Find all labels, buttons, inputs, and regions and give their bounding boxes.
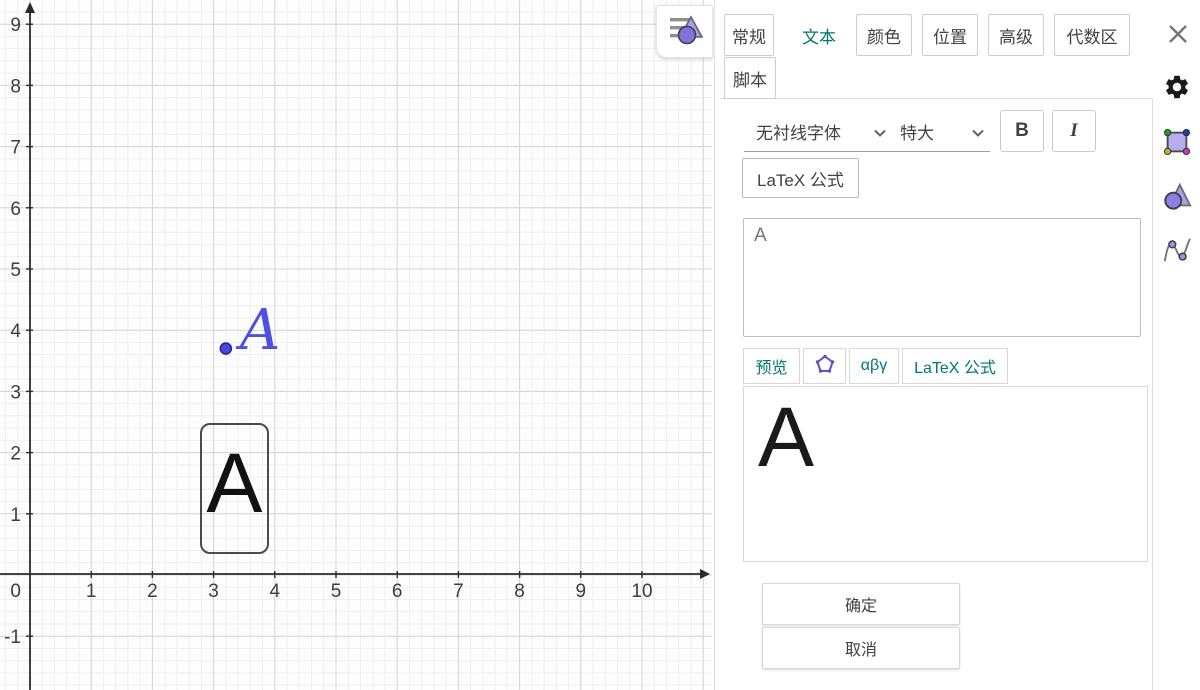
coordinate-grid: 1 2 3 4 5 6 7 8 9 10 -1 1 2 3 4 5 6 7 8 9 0: [0, 0, 712, 690]
tab-general[interactable]: 常规: [724, 14, 774, 56]
graphics-view[interactable]: 1 2 3 4 5 6 7 8 9 10 -1 1 2 3 4 5 6 7 8 9 0 A A: [0, 0, 712, 690]
svg-text:6: 6: [10, 199, 21, 220]
text-definition-input[interactable]: A: [743, 218, 1141, 337]
preview-text: A: [758, 395, 814, 479]
latex-formula-tab[interactable]: LaTeX 公式: [902, 348, 1008, 384]
graphics-stylebar-button[interactable]: [656, 5, 713, 58]
pentagon-icon: [815, 354, 835, 379]
text-object-content: A: [206, 441, 262, 525]
svg-text:1: 1: [86, 581, 97, 602]
rail-separator: [1152, 98, 1153, 690]
svg-text:4: 4: [10, 321, 21, 342]
chevron-down-icon: [874, 122, 886, 142]
geogebra-app: 1 2 3 4 5 6 7 8 9 10 -1 1 2 3 4 5 6 7 8 9 0 A A 常规 文本 颜色: [0, 0, 1200, 690]
greek-symbols-tab[interactable]: αβγ: [849, 348, 899, 384]
svg-text:5: 5: [10, 260, 21, 281]
preview-tab[interactable]: 预览: [743, 348, 800, 384]
conic-object-icon[interactable]: [1162, 181, 1192, 211]
close-icon[interactable]: [1164, 20, 1192, 48]
tab-advanced[interactable]: 高级: [988, 14, 1044, 56]
tab-script[interactable]: 脚本: [724, 57, 776, 99]
chevron-down-icon: [972, 122, 984, 142]
svg-text:8: 8: [10, 76, 21, 97]
svg-text:10: 10: [631, 581, 652, 602]
svg-text:6: 6: [392, 581, 403, 602]
geometry-symbols-tab[interactable]: [803, 348, 846, 384]
svg-text:4: 4: [270, 581, 281, 602]
font-family-select[interactable]: 无衬线字体: [744, 112, 892, 152]
svg-text:2: 2: [147, 581, 158, 602]
svg-text:5: 5: [331, 581, 342, 602]
text-object-selection[interactable]: A: [200, 423, 269, 554]
tab-position[interactable]: 位置: [922, 14, 978, 56]
bold-button[interactable]: B: [1000, 110, 1044, 152]
italic-button[interactable]: I: [1052, 110, 1096, 152]
latex-formula-toggle[interactable]: LaTeX 公式: [742, 158, 859, 198]
stylebar-icon: [666, 11, 704, 52]
quadrilateral-object-icon[interactable]: [1162, 127, 1192, 157]
cancel-button[interactable]: 取消: [762, 627, 960, 669]
tab-algebra[interactable]: 代数区: [1054, 14, 1130, 56]
settings-gear-icon[interactable]: [1162, 72, 1192, 102]
font-size-select[interactable]: 特大: [888, 112, 990, 152]
panel-divider[interactable]: [714, 0, 715, 690]
ok-button[interactable]: 确定: [762, 583, 960, 625]
svg-text:3: 3: [208, 581, 219, 602]
tab-color[interactable]: 颜色: [856, 14, 912, 56]
function-object-icon[interactable]: [1162, 235, 1192, 265]
svg-text:-1: -1: [4, 627, 21, 648]
svg-text:9: 9: [10, 15, 21, 36]
svg-text:0: 0: [10, 581, 21, 602]
preview-area: A: [743, 386, 1148, 562]
svg-text:1: 1: [10, 505, 21, 526]
svg-text:9: 9: [576, 581, 587, 602]
tab-text[interactable]: 文本: [790, 14, 848, 56]
svg-text:2: 2: [10, 444, 21, 465]
svg-text:3: 3: [10, 382, 21, 403]
svg-text:8: 8: [514, 581, 525, 602]
tabs-separator: [720, 98, 1152, 99]
svg-text:7: 7: [453, 581, 464, 602]
svg-text:7: 7: [10, 138, 21, 159]
properties-panel: 常规 文本 颜色 位置 高级 代数区 脚本 无衬线字体 特大 B I LaTeX…: [714, 0, 1200, 690]
point-label[interactable]: A: [240, 303, 280, 359]
